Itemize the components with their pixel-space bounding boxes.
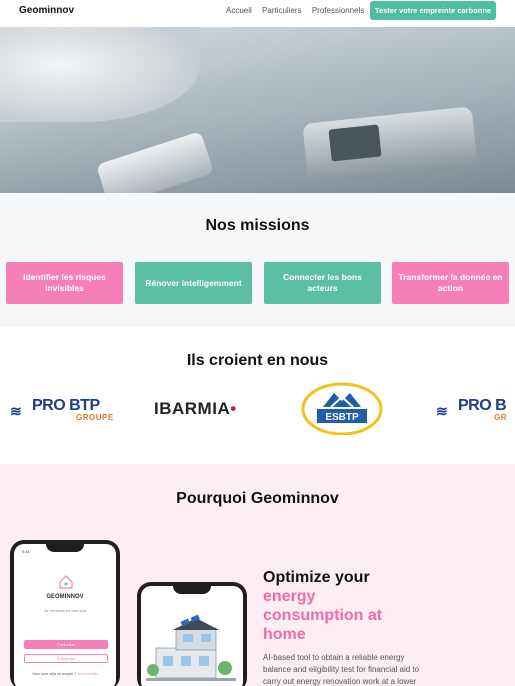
house-icon [59,575,73,589]
phone-mockup-signup: 9:41 GEOMINNOV Je m'inscris en tant que … [10,540,120,686]
why-text-block: Optimize your energy consumption at home… [263,568,433,686]
probtp-sub-2: GR [494,413,507,422]
why-heading-pink: energy consumption at home [263,588,383,643]
probtp-wave-icon: ≋ [10,403,22,419]
nav-link-particuliers[interactable]: Particuliers [262,6,302,15]
nav-links: Accueil Particuliers Professionnels [226,6,372,15]
partners-section: Ils croient en nous ≋ PRO BTP GROUPE IBA… [0,327,515,464]
probtp-wave-icon-2: ≋ [436,403,448,419]
mission-button-risques[interactable]: Identifier les risques invisibles [6,262,123,304]
phone-screen: 9:41 GEOMINNOV Je m'inscris en tant que … [14,544,116,686]
phone-login-link[interactable]: Se connecter [77,672,98,676]
house-illustration [146,614,236,681]
ibarmia-logo: IBARMIA• [154,399,237,419]
carbon-footprint-button[interactable]: Tester votre empreinte carbonne [370,1,496,20]
phone-screen-2 [141,586,243,686]
mission-button-transformer[interactable]: Transformer la donnée en action [392,262,509,304]
hero-meter-screen [328,124,382,162]
why-body: AI-based tool to obtain a reliable energ… [263,653,420,686]
probtp-logo: ≋ PRO BTP GROUPE [10,397,113,429]
phone-notch [46,544,84,552]
ibarmia-name: IBARMIA [154,399,231,418]
phone-footer-prefix: Vous avez déjà un compte ? [32,672,77,676]
mission-button-connecter[interactable]: Connecter les bons acteurs [264,262,381,304]
esbtp-logo: ESBTP [301,382,383,435]
probtp-sub: GROUPE [76,413,114,422]
brand-logo[interactable]: Geominnov [19,5,74,16]
hero-image [0,27,515,193]
phone-entreprise-button[interactable]: Entreprise [24,654,108,663]
phone-tagline: Je m'inscris en tant que [44,608,86,613]
probtp-logo-2: ≋ PRO B GR [436,397,515,429]
phone-time: 9:41 [22,549,30,554]
missions-section: Nos missions Identifier les risques invi… [0,193,515,327]
phone-brand: GEOMINNOV [46,594,84,600]
why-title: Pourquoi Geominnov [176,490,339,507]
phone-mockup-house [137,582,247,686]
partners-title: Ils croient en nous [186,352,329,369]
phone-footer: Vous avez déjà un compte ? Se connecter [14,672,116,676]
why-section: Pourquoi Geominnov 9:41 GEOMINNOV Je m'i… [0,464,515,686]
ibarmia-dot-icon: • [230,399,237,418]
why-heading-black: Optimize your [263,569,370,586]
nav-link-professionnels[interactable]: Professionnels [312,6,364,15]
mission-button-renover[interactable]: Rénover intelligemment [135,262,252,304]
nav-link-accueil[interactable]: Accueil [226,6,252,15]
esbtp-name: ESBTP [325,412,359,423]
phone-notch-2 [173,586,211,594]
phone-particulier-button[interactable]: Particulier [24,640,108,649]
top-nav: Geominnov Accueil Particuliers Professio… [0,0,515,24]
missions-title: Nos missions [205,217,310,234]
